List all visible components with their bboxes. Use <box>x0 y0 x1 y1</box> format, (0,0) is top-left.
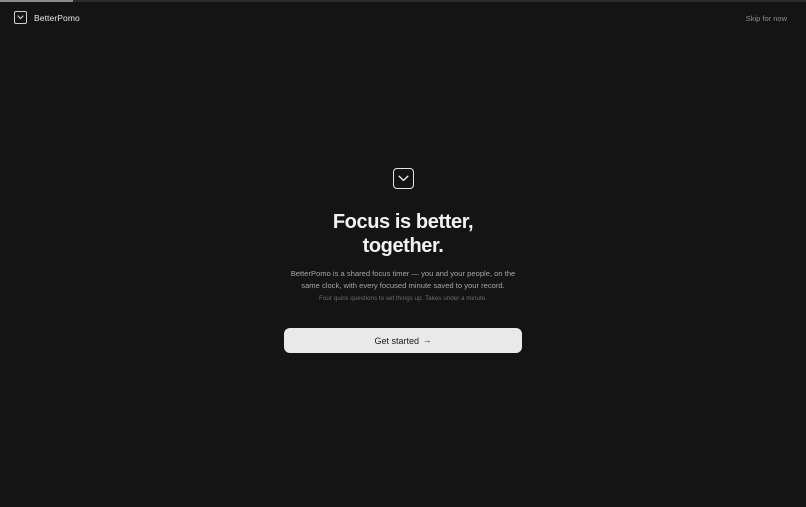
brand-name: BetterPomo <box>34 12 80 23</box>
top-bar: BetterPomo Skip for now <box>0 2 806 32</box>
page-title-line-1: Focus is better, <box>332 211 474 233</box>
arrow-right-icon: → <box>423 335 432 346</box>
onboarding-page: BetterPomo Skip for now Focus is better,… <box>0 0 806 507</box>
chevron-box-icon <box>14 11 27 24</box>
hero-section: Focus is better, together. BetterPomo is… <box>0 168 806 302</box>
brand: BetterPomo <box>14 11 80 24</box>
description-text: BetterPomo is a shared focus timer — you… <box>290 269 516 290</box>
page-title: Focus is better, together. <box>253 210 553 258</box>
get-started-label: Get started <box>374 335 420 346</box>
skip-for-now-link[interactable]: Skip for now <box>746 14 787 23</box>
setup-note: Four quick questions to set things up. T… <box>319 295 487 302</box>
page-title-line-2: together. <box>362 235 444 257</box>
get-started-button[interactable]: Get started → <box>284 328 522 353</box>
chevron-box-icon <box>392 168 414 189</box>
